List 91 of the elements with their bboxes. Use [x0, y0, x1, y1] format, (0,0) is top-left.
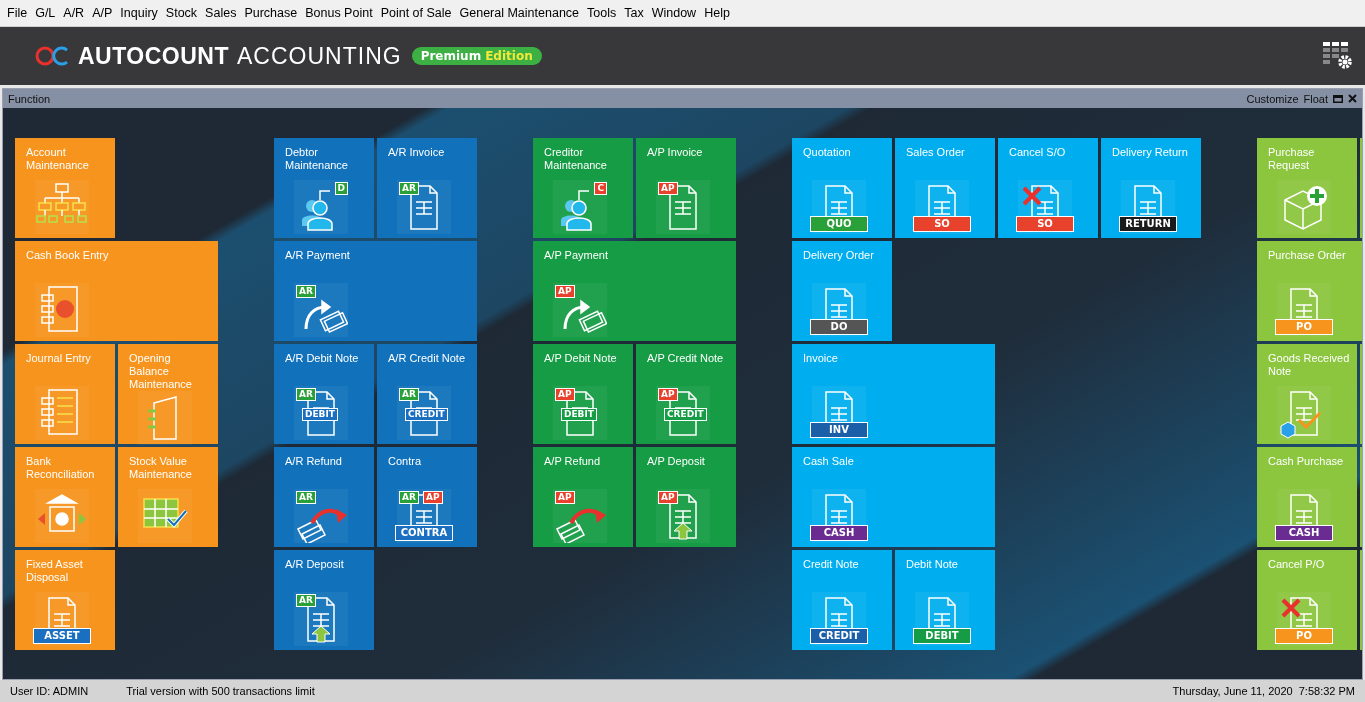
menu-item[interactable]: File — [3, 6, 32, 20]
document-tag: AP — [555, 388, 575, 401]
date-time: Thursday, June 11, 2020 7:58:32 PM — [1172, 685, 1355, 697]
function-tile[interactable]: Cash Sale CASH — [792, 447, 995, 547]
refund-bills-icon — [556, 508, 607, 543]
function-tile[interactable]: Debtor Maintenance D — [274, 138, 374, 238]
document-tag: CASH — [810, 525, 868, 541]
document-tag: SO — [1016, 216, 1074, 232]
function-tile[interactable]: A/R Credit Note AR CREDIT — [377, 344, 477, 444]
document-tag: AP — [658, 388, 678, 401]
function-tile[interactable]: A/P Refund AP — [533, 447, 633, 547]
function-tile[interactable]: Fixed Asset Disposal ASSET — [15, 550, 115, 650]
logo-icon — [34, 45, 70, 67]
function-tile[interactable]: A/P Payment AP — [533, 241, 736, 341]
function-tile[interactable]: Cancel S/O SO — [998, 138, 1098, 238]
function-tile[interactable]: Delivery Return RETURN — [1101, 138, 1201, 238]
menu-item[interactable]: A/P — [88, 6, 117, 20]
brand-name: AUTOCOUNT — [78, 42, 229, 70]
document-tag: AP — [658, 182, 678, 195]
edition-name: Premium — [420, 49, 482, 63]
function-tile[interactable]: A/R Refund AR — [274, 447, 374, 547]
product-name: ACCOUNTING — [237, 42, 402, 70]
document-tag: INV — [810, 422, 868, 438]
document-tag: C — [594, 182, 607, 195]
document-tag: ASSET — [33, 628, 91, 644]
function-tile[interactable]: Contra AR AP CONTRA — [377, 447, 477, 547]
document-tag: CREDIT — [405, 408, 448, 421]
menu-item[interactable]: Point of Sale — [376, 6, 456, 20]
grid-settings-icon[interactable] — [1323, 42, 1353, 70]
document-tag: RETURN — [1119, 216, 1177, 232]
function-tile[interactable]: A/R Invoice AR — [377, 138, 477, 238]
refund-bills-icon — [297, 508, 348, 543]
menu-item[interactable]: Bonus Point — [301, 6, 377, 20]
user-id: User ID: ADMIN — [10, 685, 89, 697]
panel-action[interactable]: Float — [1303, 92, 1328, 105]
function-tile[interactable]: A/P Debit Note AP DEBIT — [533, 344, 633, 444]
restore-icon[interactable] — [1333, 94, 1343, 103]
document-tag: DEBIT — [561, 408, 597, 421]
document-tag: DEBIT — [302, 408, 338, 421]
document-tag: AR — [296, 491, 316, 504]
function-tile[interactable]: Quotation QUO — [792, 138, 892, 238]
menu-item[interactable]: Purchase — [240, 6, 302, 20]
menu-item[interactable]: A/R — [59, 6, 89, 20]
document-tag: SO — [913, 216, 971, 232]
document-tag: AP — [555, 491, 575, 504]
document-tag: AR — [399, 491, 419, 504]
function-tile[interactable]: Debit Note DEBIT — [895, 550, 995, 650]
function-tile[interactable]: Credit Note CREDIT — [792, 550, 892, 650]
function-tile[interactable]: Cash Purchase CASH — [1257, 447, 1357, 547]
document-tag: PO — [1275, 628, 1333, 644]
document-tag: D — [334, 182, 348, 195]
menu-item[interactable]: Window — [647, 6, 701, 20]
function-tile[interactable]: A/P Deposit AP — [636, 447, 736, 547]
document-tag: CASH — [1275, 525, 1333, 541]
menu-item[interactable]: G/L — [31, 6, 60, 20]
function-tile[interactable]: A/P Credit Note AP CREDIT — [636, 344, 736, 444]
document-tag: PO — [1275, 319, 1333, 335]
document-tag: AR — [399, 182, 419, 195]
document-tag: CONTRA — [395, 525, 453, 541]
document-tag: AP — [423, 491, 443, 504]
menu-item[interactable]: Tax — [620, 6, 648, 20]
document-tag: DEBIT — [913, 628, 971, 644]
menu-item[interactable]: General Maintenance — [455, 6, 584, 20]
function-tile[interactable]: Creditor Maintenance C — [533, 138, 633, 238]
panel-title: Function — [8, 92, 51, 105]
menu-item[interactable]: Inquiry — [116, 6, 162, 20]
menu-item[interactable]: Sales — [201, 6, 241, 20]
document-tag: CREDIT — [664, 408, 707, 421]
menu-item[interactable]: Stock — [161, 6, 202, 20]
menu-item[interactable]: Tools — [583, 6, 621, 20]
close-icon[interactable] — [1348, 94, 1357, 103]
document-tag: AR — [296, 388, 316, 401]
panel-action[interactable]: Customize — [1246, 92, 1299, 105]
function-tile[interactable]: A/R Deposit AR — [274, 550, 374, 650]
function-tile[interactable]: Invoice INV — [792, 344, 995, 444]
document-tag: AP — [658, 491, 678, 504]
document-tag: CREDIT — [810, 628, 868, 644]
document-tag: DO — [810, 319, 868, 335]
menu-item[interactable]: Help — [700, 6, 734, 20]
document-tag: AR — [296, 594, 316, 607]
function-tile[interactable]: A/P Invoice AP — [636, 138, 736, 238]
document-tag: AR — [399, 388, 419, 401]
document-tag: QUO — [810, 216, 868, 232]
trial-notice: Trial version with 500 transactions limit — [126, 685, 315, 697]
document-tag: AR — [296, 285, 316, 298]
edition-suffix: Edition — [485, 49, 533, 63]
function-tile[interactable]: Delivery Order DO — [792, 241, 892, 341]
function-tile[interactable]: A/R Payment AR — [274, 241, 477, 341]
document-tag: AP — [555, 285, 575, 298]
function-tile[interactable]: A/R Debit Note AR DEBIT — [274, 344, 374, 444]
function-tile[interactable]: Sales Order SO — [895, 138, 995, 238]
